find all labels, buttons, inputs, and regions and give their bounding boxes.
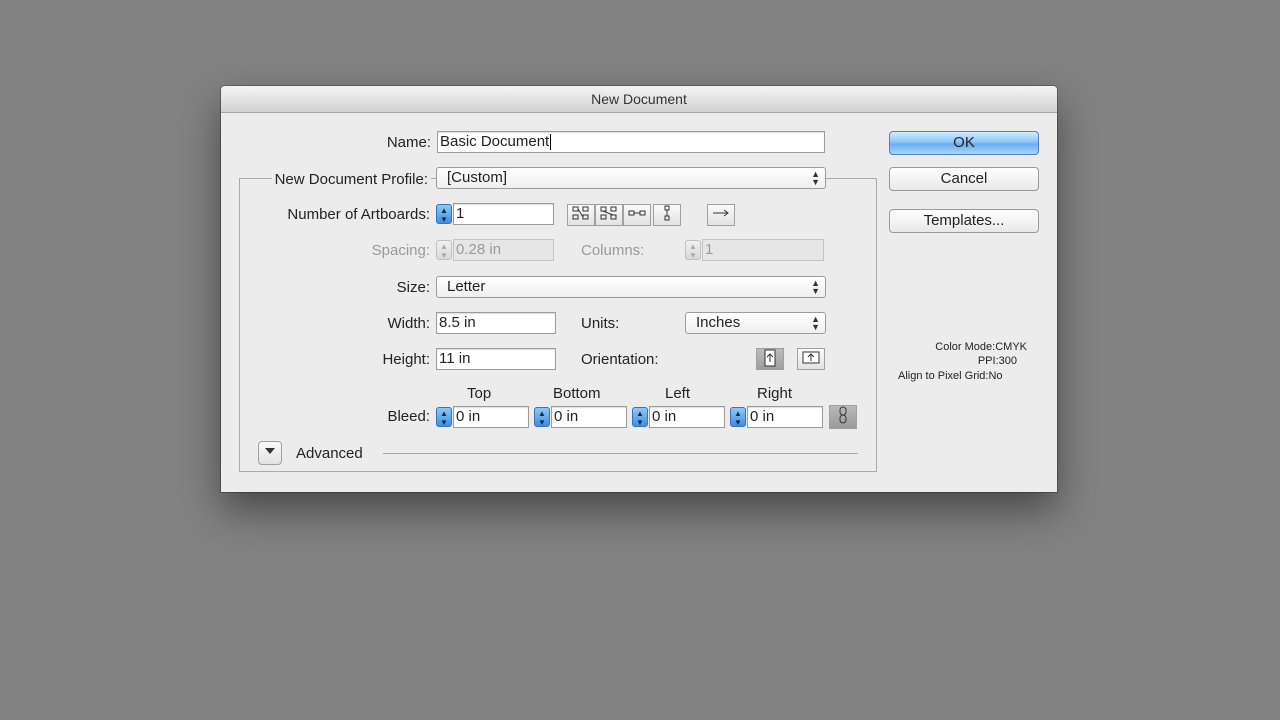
units-value: Inches bbox=[696, 314, 741, 331]
select-arrows-icon: ▲ ▼ bbox=[811, 314, 820, 332]
bleed-left-stepper[interactable]: ▲ ▼ bbox=[632, 407, 648, 427]
bleed-bottom-input[interactable]: 0 in bbox=[551, 406, 627, 428]
document-name-input[interactable]: Basic Document bbox=[437, 131, 825, 153]
disclosure-triangle-icon[interactable] bbox=[258, 441, 282, 465]
arrange-by-column-icon[interactable] bbox=[653, 204, 681, 226]
chain-link-icon[interactable] bbox=[829, 405, 857, 429]
grid-by-column-icon[interactable] bbox=[595, 204, 623, 226]
cancel-button[interactable]: Cancel bbox=[889, 167, 1039, 191]
profile-select[interactable]: [Custom] ▲ ▼ bbox=[436, 167, 826, 189]
units-label: Units: bbox=[581, 315, 620, 332]
new-document-dialog: New Document Name: Basic Document OK Can… bbox=[221, 86, 1057, 492]
bleed-label: Bleed: bbox=[387, 408, 430, 425]
height-input[interactable]: 11 in bbox=[436, 348, 556, 370]
ok-button[interactable]: OK bbox=[889, 131, 1039, 155]
landscape-icon[interactable] bbox=[797, 348, 825, 370]
size-label: Size: bbox=[396, 279, 430, 296]
height-label: Height: bbox=[382, 351, 430, 368]
units-select[interactable]: Inches ▲ ▼ bbox=[685, 312, 826, 334]
select-arrows-icon: ▲ ▼ bbox=[811, 169, 820, 187]
size-select[interactable]: Letter ▲ ▼ bbox=[436, 276, 826, 298]
width-input[interactable]: 8.5 in bbox=[436, 312, 556, 334]
templates-button[interactable]: Templates... bbox=[889, 209, 1039, 233]
bleed-top-input[interactable]: 0 in bbox=[453, 406, 529, 428]
bleed-right-header: Right bbox=[757, 385, 793, 402]
portrait-icon[interactable] bbox=[756, 348, 784, 370]
dialog-title: New Document bbox=[221, 86, 1057, 113]
columns-input[interactable]: 1 bbox=[702, 239, 824, 261]
profile-value: [Custom] bbox=[447, 169, 508, 186]
columns-label: Columns: bbox=[581, 242, 645, 259]
advanced-label[interactable]: Advanced bbox=[296, 445, 363, 462]
color-mode-value: CMYK bbox=[995, 341, 1027, 353]
artboards-label: Number of Artboards: bbox=[287, 206, 430, 223]
document-name-value: Basic Document bbox=[440, 133, 550, 150]
spacing-stepper[interactable]: ▲ ▼ bbox=[436, 240, 452, 260]
ppi-value: 300 bbox=[998, 355, 1017, 367]
bleed-top-header: Top bbox=[467, 385, 492, 402]
select-arrows-icon: ▲ ▼ bbox=[811, 278, 820, 296]
bleed-bottom-stepper[interactable]: ▲ ▼ bbox=[534, 407, 550, 427]
size-value: Letter bbox=[447, 278, 486, 295]
arrange-by-row-icon[interactable] bbox=[623, 204, 651, 226]
width-label: Width: bbox=[387, 315, 430, 332]
bleed-top-stepper[interactable]: ▲ ▼ bbox=[436, 407, 452, 427]
ppi-info: PPI:300 bbox=[978, 355, 1017, 367]
artboards-stepper[interactable]: ▲ ▼ bbox=[436, 204, 452, 224]
spacing-label: Spacing: bbox=[371, 242, 430, 259]
advanced-divider bbox=[383, 453, 858, 454]
align-pixel-grid-info: Align to Pixel Grid:No bbox=[898, 370, 1003, 382]
bleed-left-input[interactable]: 0 in bbox=[649, 406, 725, 428]
bleed-left-header: Left bbox=[665, 385, 691, 402]
profile-label: New Document Profile: bbox=[271, 171, 431, 188]
text-caret bbox=[550, 134, 552, 151]
bleed-right-input[interactable]: 0 in bbox=[747, 406, 823, 428]
orientation-label: Orientation: bbox=[581, 351, 659, 368]
align-label: Align to Pixel Grid: bbox=[898, 370, 989, 382]
artboards-input[interactable]: 1 bbox=[453, 203, 554, 225]
name-label: Name: bbox=[386, 134, 431, 151]
grid-by-row-icon[interactable] bbox=[567, 204, 595, 226]
ppi-label: PPI: bbox=[977, 355, 999, 367]
bleed-right-stepper[interactable]: ▲ ▼ bbox=[730, 407, 746, 427]
columns-stepper[interactable]: ▲ ▼ bbox=[685, 240, 701, 260]
align-value: No bbox=[988, 370, 1003, 382]
bleed-bottom-header: Bottom bbox=[553, 385, 601, 402]
left-to-right-icon[interactable] bbox=[707, 204, 735, 226]
color-mode-label: Color Mode: bbox=[935, 341, 996, 353]
spacing-input[interactable]: 0.28 in bbox=[453, 239, 554, 261]
color-mode-info: Color Mode:CMYK bbox=[935, 341, 1027, 353]
